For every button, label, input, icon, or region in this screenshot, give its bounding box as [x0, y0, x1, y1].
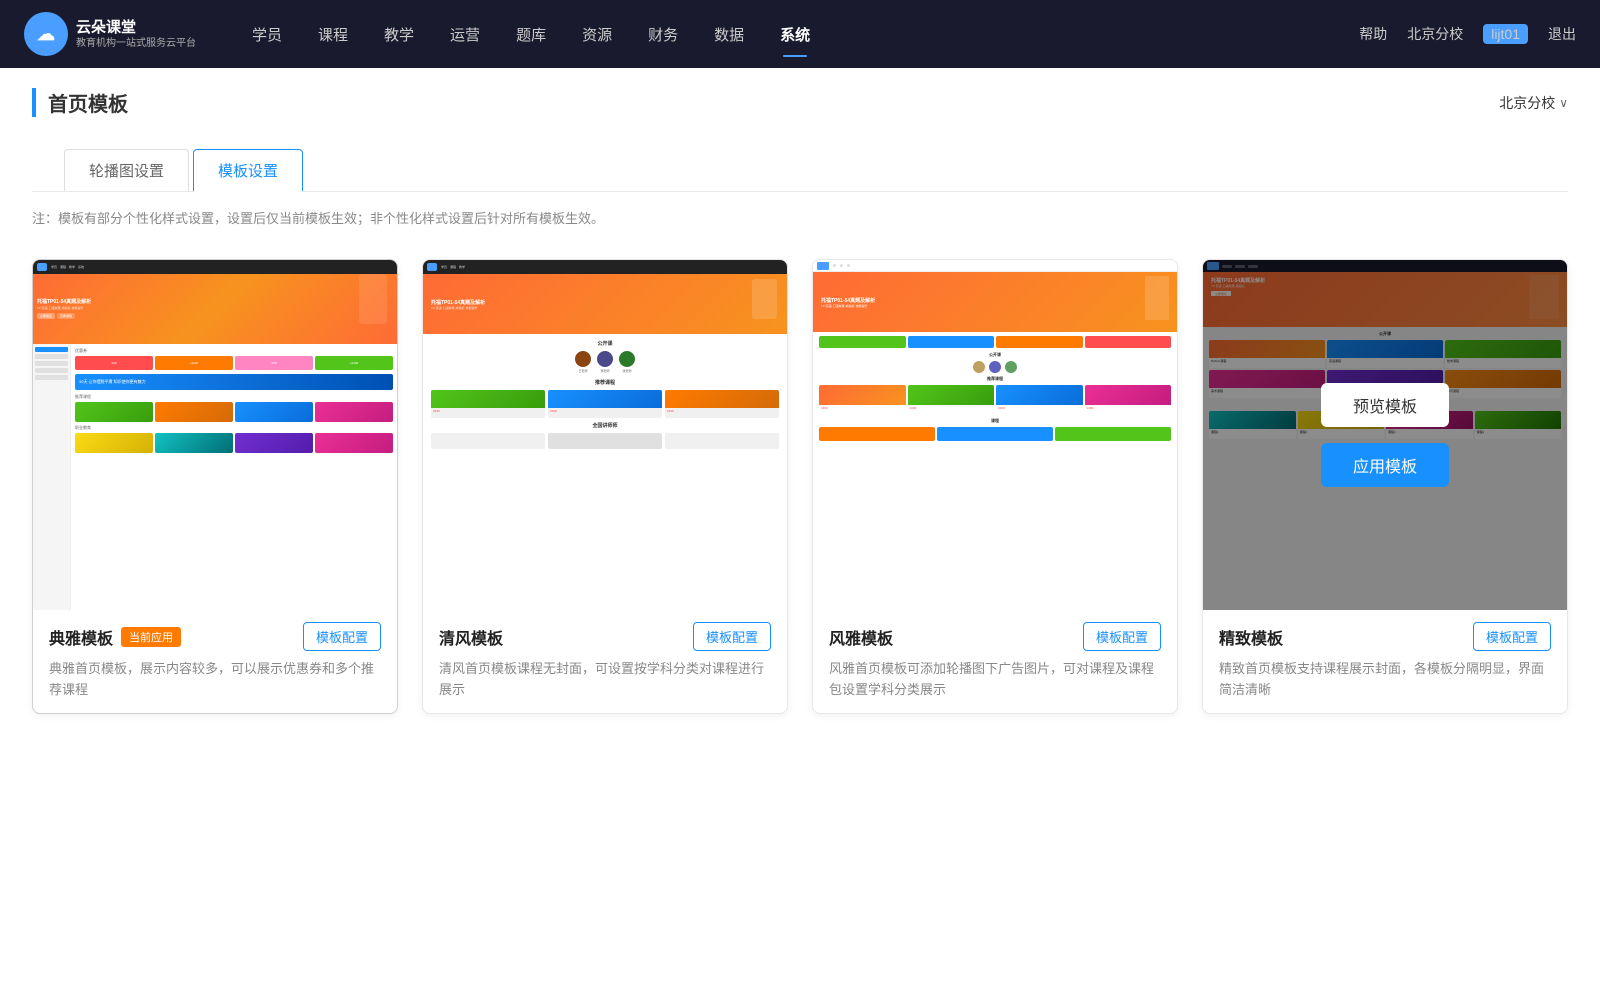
mini-nav-items: 学员 课程 教学 系统 — [51, 265, 84, 269]
mini-hero-classic: 托福TP01-54真题及解析 TP 英语·口语效果·成绩好·技能提升 立即报名 … — [33, 274, 397, 344]
template-name-classic: 典雅模板 — [49, 625, 113, 649]
template-info-jingzhi: 精致模板 模板配置 精致首页模板支持课程展示封面，各模板分隔明显，界面简洁清晰 — [1203, 610, 1567, 713]
logout-link[interactable]: 退出 — [1548, 24, 1576, 44]
config-button-classic[interactable]: 模板配置 — [303, 622, 381, 651]
page-header: 首页模板 北京分校 ∨ — [0, 68, 1600, 117]
template-info-qingfeng: 清风模板 模板配置 清风首页模板课程无封面，可设置按学科分类对课程进行展示 — [423, 610, 787, 713]
config-button-qingfeng[interactable]: 模板配置 — [693, 622, 771, 651]
badge-current-classic: 当前应用 — [121, 627, 181, 647]
template-card-classic: 学员 课程 教学 系统 托福TP01-54真题及解析 TP 英语·口语效果·成绩… — [32, 259, 398, 714]
nav-item-students[interactable]: 学员 — [236, 16, 298, 53]
help-link[interactable]: 帮助 — [1359, 24, 1387, 44]
mini-logo — [37, 263, 47, 271]
nav-item-finance[interactable]: 财务 — [632, 16, 694, 53]
template-name-jingzhi: 精致模板 — [1219, 625, 1283, 649]
template-name-qingfeng: 清风模板 — [439, 625, 503, 649]
template-desc-qingfeng: 清风首页模板课程无封面，可设置按学科分类对课程进行展示 — [439, 659, 771, 701]
template-desc-classic: 典雅首页模板，展示内容较多，可以展示优惠券和多个推荐课程 — [49, 659, 381, 701]
navbar-right: 帮助 北京分校 lijt01 退出 — [1359, 24, 1576, 44]
page-title: 首页模板 — [32, 88, 128, 117]
tab-carousel[interactable]: 轮播图设置 — [64, 149, 189, 191]
templates-grid: 学员 课程 教学 系统 托福TP01-54真题及解析 TP 英语·口语效果·成绩… — [0, 235, 1600, 754]
note-bar: 注：模板有部分个性化样式设置，设置后仅当前模板生效；非个性化样式设置后针对所有模… — [0, 192, 1600, 235]
nav-item-operations[interactable]: 运营 — [434, 16, 496, 53]
tabs: 轮播图设置 模板设置 — [64, 149, 1536, 191]
nav-item-resources[interactable]: 资源 — [566, 16, 628, 53]
chevron-down-icon: ∨ — [1559, 96, 1568, 110]
template-desc-fengya: 风雅首页模板可添加轮播图下广告图片，可对课程及课程包设置学科分类展示 — [829, 659, 1161, 701]
preview-button-jingzhi[interactable]: 预览模板 — [1321, 383, 1449, 427]
config-button-fengya[interactable]: 模板配置 — [1083, 622, 1161, 651]
config-button-jingzhi[interactable]: 模板配置 — [1473, 622, 1551, 651]
template-info-classic: 典雅模板 当前应用 模板配置 典雅首页模板，展示内容较多，可以展示优惠券和多个推… — [33, 610, 397, 713]
nav-item-system[interactable]: 系统 — [764, 16, 826, 53]
mini-nav: 学员 课程 教学 系统 — [33, 260, 397, 274]
user-badge[interactable]: lijt01 — [1483, 24, 1528, 44]
school-selector[interactable]: 北京分校 ∨ — [1499, 93, 1568, 113]
template-card-qingfeng: 学员 课程 教学 托福TP01-54真题及解析 TP 英语·口语效果·成绩好·技… — [422, 259, 788, 714]
logo-icon: ☁ — [24, 12, 68, 56]
navbar: ☁ 云朵课堂 教育机构一站式服务云平台 学员 课程 教学 运营 题库 资源 财务… — [0, 0, 1600, 68]
apply-button-jingzhi[interactable]: 应用模板 — [1321, 443, 1449, 487]
template-preview-classic: 学员 课程 教学 系统 托福TP01-54真题及解析 TP 英语·口语效果·成绩… — [33, 260, 397, 610]
template-name-fengya: 风雅模板 — [829, 625, 893, 649]
nav-item-teaching[interactable]: 教学 — [368, 16, 430, 53]
template-card-fengya: 托福TP01-54真题及解析 TP 英语·口语效果·成绩好·技能提升 公开课 — [812, 259, 1178, 714]
nav-item-questions[interactable]: 题库 — [500, 16, 562, 53]
template-overlay-jingzhi: 预览模板 应用模板 — [1203, 260, 1567, 610]
tab-template[interactable]: 模板设置 — [193, 149, 303, 191]
page-container: 首页模板 北京分校 ∨ 轮播图设置 模板设置 注：模板有部分个性化样式设置，设置… — [0, 68, 1600, 990]
template-card-jingzhi: 托福TP01-54真题及解析 TP 英语·口语效果·成绩好 立即报名 公开课 P… — [1202, 259, 1568, 714]
school-link[interactable]: 北京分校 — [1407, 24, 1463, 44]
logo-text: 云朵课堂 教育机构一站式服务云平台 — [76, 18, 196, 51]
logo[interactable]: ☁ 云朵课堂 教育机构一站式服务云平台 — [24, 12, 196, 56]
nav-menu: 学员 课程 教学 运营 题库 资源 财务 数据 系统 — [236, 16, 1359, 53]
template-preview-jingzhi: 托福TP01-54真题及解析 TP 英语·口语效果·成绩好 立即报名 公开课 P… — [1203, 260, 1567, 610]
template-desc-jingzhi: 精致首页模板支持课程展示封面，各模板分隔明显，界面简洁清晰 — [1219, 659, 1551, 701]
nav-item-courses[interactable]: 课程 — [302, 16, 364, 53]
tabs-container: 轮播图设置 模板设置 — [32, 133, 1568, 192]
template-info-fengya: 风雅模板 模板配置 风雅首页模板可添加轮播图下广告图片，可对课程及课程包设置学科… — [813, 610, 1177, 713]
template-preview-fengya: 托福TP01-54真题及解析 TP 英语·口语效果·成绩好·技能提升 公开课 — [813, 260, 1177, 610]
template-preview-qingfeng: 学员 课程 教学 托福TP01-54真题及解析 TP 英语·口语效果·成绩好·技… — [423, 260, 787, 610]
nav-item-data[interactable]: 数据 — [698, 16, 760, 53]
